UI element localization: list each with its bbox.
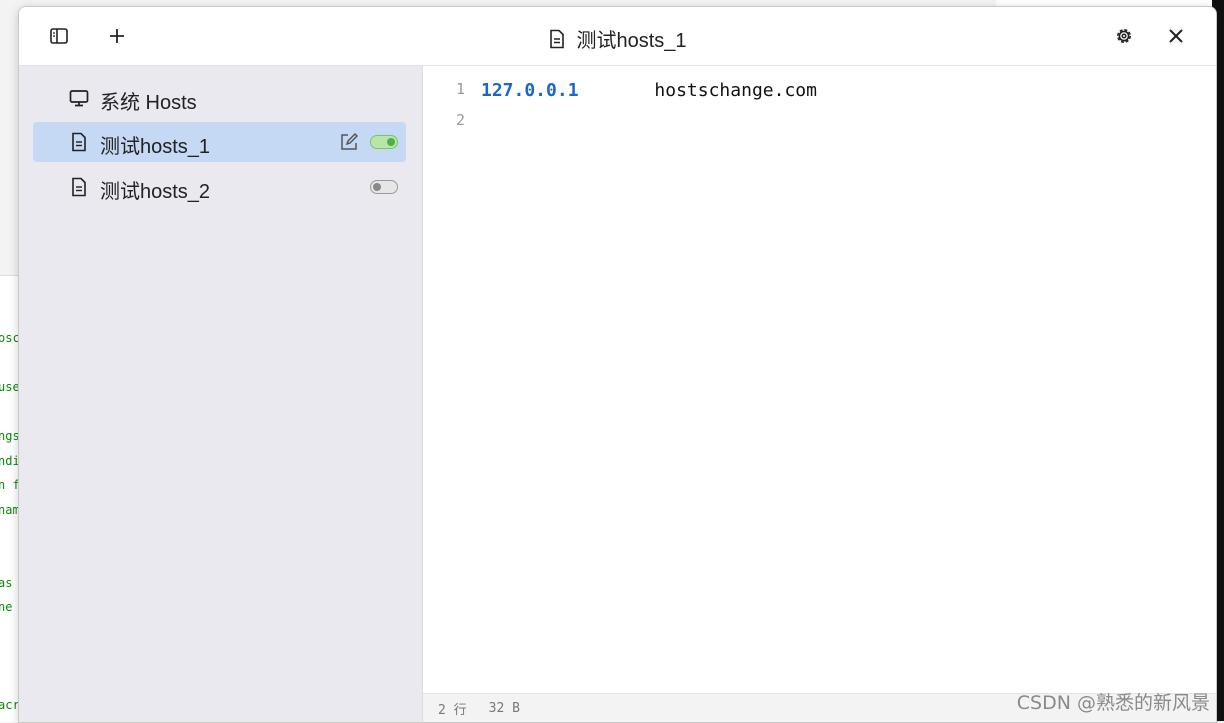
- app-window: 测试hosts_1 系统 Hosts 测试hosts_1 测试hosts_2 1…: [18, 6, 1217, 723]
- sidebar-item-system-hosts[interactable]: 系统 Hosts: [33, 78, 406, 118]
- settings-button[interactable]: [1111, 23, 1137, 49]
- hosts-editor[interactable]: 1 127.0.0.1 hostschange.com 2: [423, 66, 1216, 694]
- document-icon: [72, 132, 86, 152]
- line-number: 1: [455, 80, 465, 98]
- ip-address: 127.0.0.1: [481, 80, 579, 101]
- close-button[interactable]: [1163, 23, 1189, 49]
- sidebar-item-test-hosts-1[interactable]: 测试hosts_1: [33, 122, 406, 162]
- monitor-icon: [69, 90, 89, 107]
- document-icon: [550, 29, 565, 48]
- window-title-text: 测试hosts_1: [576, 30, 687, 52]
- sidebar-item-label: 测试hosts_2: [100, 181, 211, 203]
- watermark: CSDN @熟悉的新风景: [1016, 692, 1210, 714]
- enable-toggle[interactable]: [370, 135, 398, 149]
- toggle-knob: [373, 183, 381, 191]
- line-count: 2 行: [438, 702, 467, 718]
- window-title: 测试hosts_1: [19, 24, 1216, 53]
- edit-icon[interactable]: [339, 132, 359, 152]
- line-content: 127.0.0.1 hostschange.com: [481, 80, 817, 101]
- line-number: 2: [455, 111, 465, 129]
- sidebar: 系统 Hosts 测试hosts_1 测试hosts_2: [19, 66, 423, 722]
- document-icon: [72, 177, 86, 197]
- sidebar-item-test-hosts-2[interactable]: 测试hosts_2: [33, 167, 406, 207]
- title-bar: 测试hosts_1: [19, 7, 1216, 66]
- file-size: 32 B: [488, 700, 520, 716]
- toggle-knob: [387, 138, 395, 146]
- close-icon: [1169, 29, 1183, 43]
- hostname: hostschange.com: [654, 80, 817, 101]
- enable-toggle[interactable]: [370, 180, 398, 194]
- sidebar-item-label: 测试hosts_1: [100, 136, 211, 158]
- sidebar-item-label: 系统 Hosts: [100, 92, 197, 114]
- gear-icon: [1117, 29, 1131, 43]
